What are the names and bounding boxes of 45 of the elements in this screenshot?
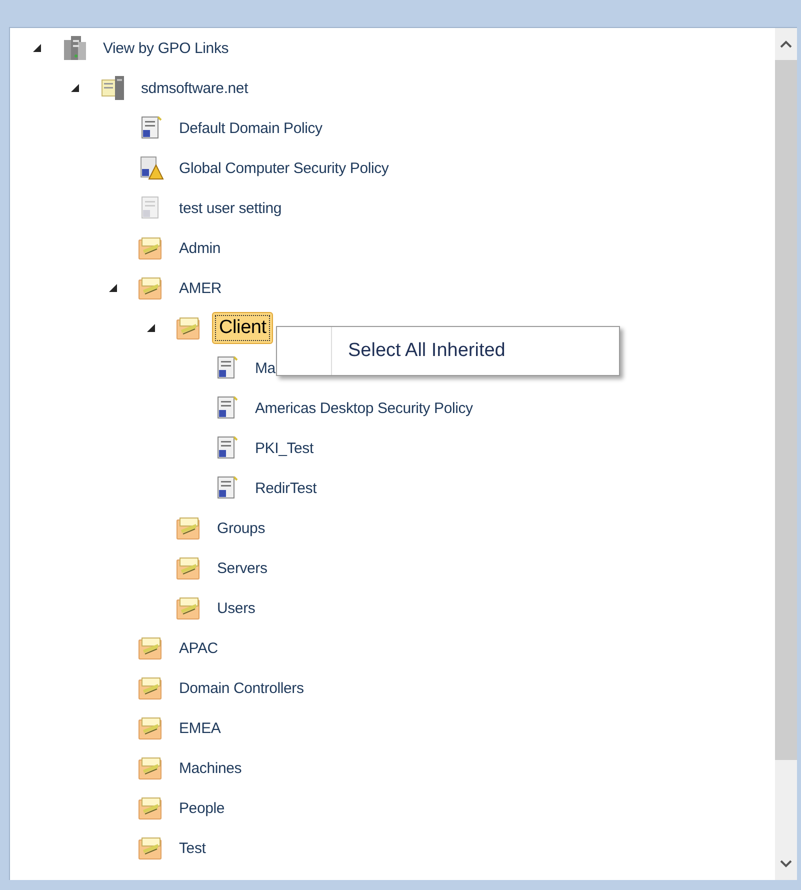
tree-item[interactable]: EMEA bbox=[174, 716, 226, 740]
tree-item[interactable]: Servers bbox=[212, 556, 272, 580]
tree-item[interactable]: Americas Desktop Security Policy bbox=[250, 396, 478, 420]
folder-icon bbox=[138, 756, 164, 780]
domain-server-icon bbox=[100, 74, 126, 102]
expanded-arrow-icon[interactable] bbox=[146, 323, 156, 333]
tree-item[interactable]: PKI_Test bbox=[250, 436, 318, 460]
folder-icon bbox=[138, 276, 164, 300]
folder-icon bbox=[176, 596, 202, 620]
tree-item[interactable]: sdmsoftware.net bbox=[136, 76, 254, 100]
tree-item[interactable]: Default Domain Policy bbox=[174, 116, 328, 140]
tree-item[interactable]: Machines bbox=[174, 756, 247, 780]
tree-item[interactable]: Groups bbox=[212, 516, 270, 540]
folder-icon bbox=[138, 716, 164, 740]
tree-item[interactable]: RedirTest bbox=[250, 476, 322, 500]
folder-icon bbox=[176, 316, 202, 340]
tree-item[interactable]: Test bbox=[174, 836, 211, 860]
scrollbar[interactable] bbox=[775, 28, 797, 880]
folder-icon bbox=[176, 556, 202, 580]
tree-item[interactable]: People bbox=[174, 796, 230, 820]
folder-icon bbox=[138, 836, 164, 860]
expanded-arrow-icon[interactable] bbox=[32, 43, 42, 53]
server-rack-icon bbox=[62, 34, 88, 62]
scroll-down-icon[interactable] bbox=[780, 860, 792, 868]
scroll-up-icon[interactable] bbox=[780, 40, 792, 48]
tree-item[interactable]: Domain Controllers bbox=[174, 676, 309, 700]
policy-warning-icon bbox=[138, 155, 164, 181]
tree-item[interactable]: AMER bbox=[174, 276, 227, 300]
expanded-arrow-icon[interactable] bbox=[70, 83, 80, 93]
tree-item[interactable]: Users bbox=[212, 596, 260, 620]
tree-item[interactable]: test user setting bbox=[174, 196, 286, 220]
tree-item[interactable]: View by GPO Links bbox=[98, 36, 234, 60]
folder-icon bbox=[138, 796, 164, 820]
tree-item[interactable]: Client bbox=[212, 312, 274, 344]
folder-icon bbox=[138, 236, 164, 260]
tree-item[interactable]: Admin bbox=[174, 236, 226, 260]
scroll-thumb[interactable] bbox=[775, 60, 797, 760]
folder-icon bbox=[138, 636, 164, 660]
folder-icon bbox=[138, 676, 164, 700]
tree-item[interactable]: APAC bbox=[174, 636, 223, 660]
menu-item[interactable]: Select All Inherited bbox=[331, 327, 619, 375]
expanded-arrow-icon[interactable] bbox=[108, 283, 118, 293]
folder-icon bbox=[176, 516, 202, 540]
tree-item[interactable]: Global Computer Security Policy bbox=[174, 156, 394, 180]
tree-item[interactable]: Ma bbox=[250, 356, 280, 380]
